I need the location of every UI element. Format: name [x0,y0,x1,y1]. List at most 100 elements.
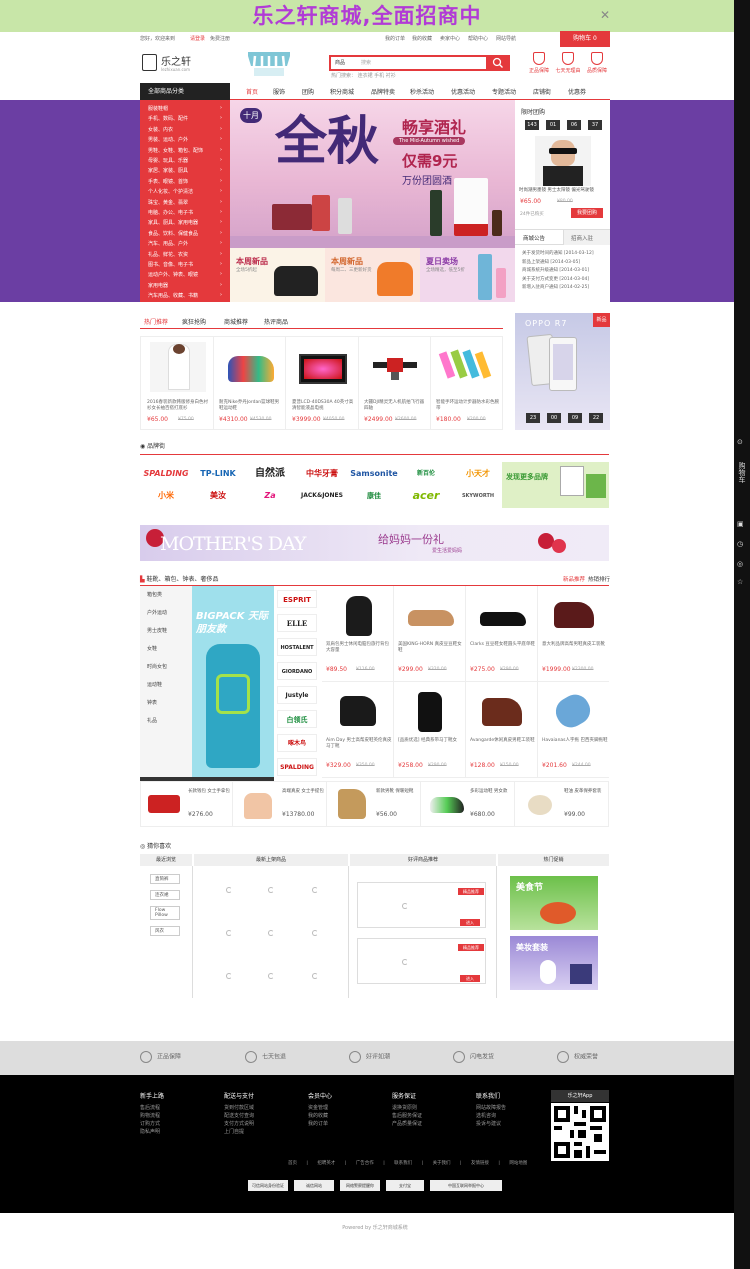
subcategory[interactable]: 运动鞋 [147,676,192,694]
tab-bestseller[interactable]: 热销排行 [588,575,610,583]
category-item[interactable]: 运动户外、钟表、眼镜 › [148,271,226,278]
rated-item[interactable]: 精品推荐 进入 [357,938,486,984]
subcategory[interactable]: 时尚女包 [147,658,192,676]
hot-searches[interactable]: 热门搜索： 连衣裙 手机 衬衫 [331,72,396,79]
bigpack-banner-text[interactable]: BIGPACK 天际朋友款 [196,610,272,636]
nav-groupbuy[interactable]: 团购 [302,87,314,96]
shoe-brand[interactable]: SPALDING [277,758,317,776]
category-item[interactable]: 家具、厨具、家用电器 › [148,219,226,226]
nav-apparel[interactable]: 服饰 [273,87,285,96]
nav-shops[interactable]: 店铺街 [533,87,551,96]
nav-coupons[interactable]: 优惠券 [568,87,586,96]
qr-code[interactable] [551,1103,609,1161]
history-tag[interactable]: 直筒裤 [150,874,180,884]
shoe-product[interactable]: Havaianas人字拖 巴西夹脚拖鞋 ¥201.60 ¥244.00 [538,682,609,778]
star-side-icon[interactable]: ☆ [737,578,743,586]
footer-link[interactable]: 网站故障报告 [476,1104,506,1112]
tab-rated[interactable]: 热评商品 [264,317,288,326]
brand-logo[interactable]: 小天才 [452,464,504,484]
product-card[interactable]: 2016春装新款韩版修身白色衬衫女长袖百搭打底衫 ¥65.00 ¥75.00 [142,336,214,430]
enter-button[interactable]: 进入 [460,975,480,982]
group-buy-name[interactable]: 时尚潮男墨镜 男士太阳镜 偏光驾驶镜 [519,188,607,194]
nav-flash[interactable]: 秒杀活动 [410,87,434,96]
notice-item[interactable]: 商城系统升级通知 [2014-03-01] [522,267,594,276]
footer-link[interactable]: 上门自提 [224,1128,254,1136]
history-side-icon[interactable]: ◷ [737,540,743,548]
footer-bottom-link[interactable]: 友情链接 [471,1161,489,1166]
search-box[interactable]: 商品 搜索 [329,55,509,71]
service-side-icon[interactable]: ◎ [737,560,743,568]
category-item[interactable]: 家居、家装、厨具 › [148,167,226,174]
category-item[interactable]: 礼品、鲜花、农资 › [148,251,226,258]
cert-badge[interactable]: 网络警察提醒你 [340,1180,380,1191]
brand-logo[interactable]: 美汝 [192,486,244,506]
logo[interactable]: 乐之轩 lezhixuan.com [142,52,202,76]
bottom-product[interactable]: 多彩运动鞋 男女款 ¥680.00 [422,781,515,827]
brand-logo[interactable]: SKYWORTH [452,486,504,506]
bottom-product[interactable]: 长款钱包 女士手拿包 ¥276.00 [140,781,233,827]
product-card[interactable]: 耐克Nike乔丹Jordan篮球鞋男鞋运动鞋 ¥4310.00 ¥4530.00 [214,336,286,430]
footer-link[interactable]: 订购方式 [140,1120,164,1128]
group-buy-button[interactable]: 我要团购 [571,208,603,218]
nav-home[interactable]: 首页 [246,87,258,96]
footer-link[interactable]: 货到付款区域 [224,1104,254,1112]
footer-link[interactable]: 我的收藏 [308,1112,332,1120]
subcategory[interactable]: 礼品 [147,712,192,730]
oppo-ad[interactable]: OPPO R7 新品 23 00 09 22 [515,313,610,430]
footer-link[interactable]: 售后流程 [140,1104,164,1112]
tab-join[interactable]: 招商入驻 [571,234,593,242]
tab-new[interactable]: 新品推荐 [563,575,585,583]
login-link[interactable]: 请登录 [190,35,205,42]
brand-logo[interactable]: SPALDING [140,464,192,484]
notice-item[interactable]: 新增入驻商户通知 [2014-02-25] [522,284,594,293]
food-festival-banner[interactable]: 美食节 [510,876,598,930]
category-item[interactable]: 电脑、办公、电子书 › [148,209,226,216]
seller-link[interactable]: 卖家中心 [440,35,460,42]
promo-banner[interactable]: 乐之轩商城,全面招商中 ✕ [0,0,734,32]
category-item[interactable]: 食品、饮料、保健食品 › [148,230,226,237]
footer-bottom-link[interactable]: 广告合作 [356,1161,374,1166]
brand-logo[interactable]: 小米 [140,486,192,506]
shoe-product[interactable]: Avangarde休闲真皮男鞋工装鞋 ¥128.00 ¥150.00 [466,682,538,778]
cart-side-icon[interactable]: ⊙ [737,438,743,446]
footer-link[interactable]: 购物流程 [140,1112,164,1120]
notice-item[interactable]: 新品上架通知 [2014-03-05] [522,259,594,268]
footer-link[interactable]: 售后服务保证 [392,1112,422,1120]
cert-badge[interactable]: 诚信网站 [294,1180,334,1191]
rated-item[interactable]: 精品推荐 进入 [357,882,486,928]
shoe-brand[interactable]: GIORDANO [277,662,317,680]
notice-item[interactable]: 关于发货时间的通知 [2014-03-12] [522,250,594,259]
my-orders-link[interactable]: 我的订单 [385,35,405,42]
subcategory[interactable]: 箱包类 [147,586,192,604]
subcategory[interactable]: 户外运动 [147,604,192,622]
category-item[interactable]: 男鞋、女鞋、箱包、配饰 › [148,147,226,154]
cert-badge[interactable]: 可信网站身份验证 [248,1180,288,1191]
nav-points[interactable]: 积分商城 [330,87,354,96]
history-tag[interactable]: Flow Pillow [150,906,180,920]
brand-promo[interactable]: 发现更多品牌 [502,462,609,508]
mothers-day-banner[interactable]: MOTHER'S DAY 给妈妈一份礼 爱生活爱妈妈 [140,525,609,561]
brand-logo[interactable]: Za [244,486,296,506]
help-link[interactable]: 帮助中心 [468,35,488,42]
brand-logo[interactable]: Samsonite [348,464,400,484]
category-item[interactable]: 图书、音像、电子书 › [148,261,226,268]
shoe-product[interactable]: [品质优选] 经典系带马丁靴女 ¥258.00 ¥290.00 [394,682,466,778]
category-item[interactable]: 个人化妆、个护清洁 › [148,188,226,195]
register-link[interactable]: 免费注册 [210,35,230,42]
cert-badge[interactable]: 支付宝 [386,1180,424,1191]
notice-item[interactable]: 关于支付方式变更 [2014-03-04] [522,276,594,285]
product-card[interactable]: 大疆DJI精灵无人机航拍飞行器四轴 ¥2499.00 ¥2600.00 [359,336,431,430]
shoe-product[interactable]: 双肩包男士休闲电脑包旅行背包大容量 ¥89.50 ¥116.00 [322,586,394,682]
footer-link[interactable]: 选机咨询 [476,1112,506,1120]
category-item[interactable]: 手表、眼镜、首饰 › [148,178,226,185]
brand-logo[interactable]: 中华牙膏 [296,464,348,484]
footer-bottom-link[interactable]: 联系我们 [394,1161,412,1166]
brand-logo[interactable]: 新百伦 [400,464,452,484]
shoe-brand[interactable]: HOSTALENT [277,638,317,656]
shoe-product[interactable]: Aim Day 男士高帮皮鞋英伦真皮马丁靴 ¥329.00 ¥350.00 [322,682,394,778]
subcategory[interactable]: 男士皮鞋 [147,622,192,640]
favorites-link[interactable]: 我的收藏 [412,35,432,42]
history-tag[interactable]: 连衣裙 [150,890,180,900]
footer-bottom-link[interactable]: 首页 [288,1161,297,1166]
shoe-brand[interactable]: ELLE [277,614,317,632]
